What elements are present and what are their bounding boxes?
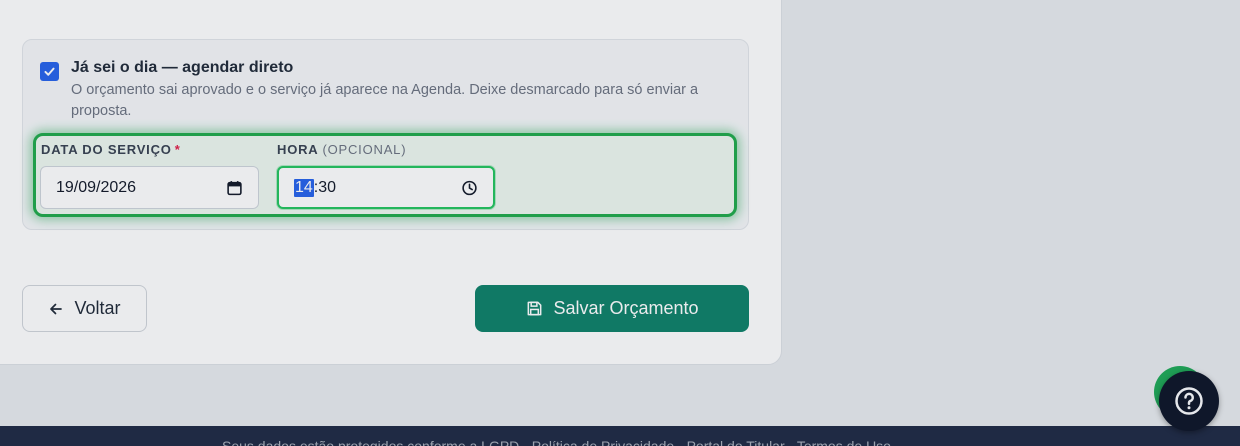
service-date-label-text: DATA DO SERVIÇO (41, 142, 172, 157)
save-quote-button[interactable]: Salvar Orçamento (475, 285, 749, 332)
footer-text: Seus dados estão protegidos conforme a L… (222, 438, 891, 446)
help-circle-icon (1175, 387, 1203, 415)
schedule-direct-label[interactable]: Já sei o dia — agendar direto (71, 59, 293, 77)
service-date-label: DATA DO SERVIÇO * (41, 142, 181, 157)
back-button[interactable]: Voltar (22, 285, 147, 332)
arrow-left-icon (50, 303, 63, 314)
back-button-label: Voltar (74, 298, 121, 318)
service-date-input[interactable]: 19/09/2026 (40, 166, 259, 209)
footer-bar: Seus dados estão protegidos conforme a L… (0, 426, 1240, 446)
save-button-label: Salvar Orçamento (553, 298, 699, 318)
help-button[interactable] (1159, 371, 1219, 431)
service-time-label-text: HORA (277, 142, 319, 157)
time-hour-segment[interactable]: 14 (294, 178, 314, 197)
floppy-disk-icon (528, 301, 542, 316)
schedule-direct-checkbox[interactable] (40, 62, 59, 81)
clock-icon[interactable] (461, 179, 478, 196)
service-time-input[interactable]: 14:30 (277, 166, 495, 209)
service-date-value: 19/09/2026 (56, 178, 137, 196)
calendar-icon[interactable] (226, 179, 243, 196)
required-mark: * (174, 142, 181, 157)
schedule-direct-description: O orçamento sai aprovado e o serviço já … (71, 82, 699, 119)
optional-note: (OPCIONAL) (322, 142, 407, 157)
time-minute-segment[interactable]: 30 (318, 179, 336, 197)
check-icon (44, 67, 55, 76)
service-time-label: HORA (OPCIONAL) (277, 142, 406, 157)
